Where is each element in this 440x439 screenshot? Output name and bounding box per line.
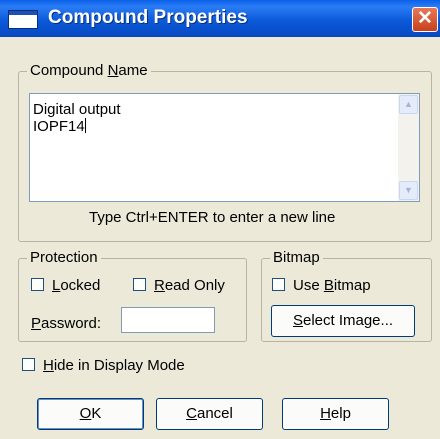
vertical-scrollbar[interactable]: ▲ ▼	[398, 94, 419, 201]
locked-checkbox[interactable]: Locked	[31, 277, 100, 295]
password-label: Password:	[31, 315, 102, 332]
close-button[interactable]: ✕	[412, 7, 438, 32]
use-bitmap-checkbox[interactable]: Use Bitmap	[272, 277, 371, 295]
checkbox-box[interactable]	[272, 278, 285, 291]
new-line-hint: Type Ctrl+ENTER to enter a new line	[89, 209, 336, 226]
chevron-up-icon: ▲	[404, 99, 413, 109]
chevron-down-icon: ▼	[404, 185, 413, 195]
scroll-up-button[interactable]: ▲	[399, 95, 418, 114]
checkbox-box[interactable]	[22, 358, 35, 371]
hide-in-display-mode-checkbox[interactable]: Hide in Display Mode	[22, 357, 185, 375]
close-icon: ✕	[417, 8, 433, 29]
help-button[interactable]: Help	[282, 398, 389, 430]
text-line: IOPF14	[33, 118, 85, 135]
checkbox-box[interactable]	[31, 278, 44, 291]
read-only-checkbox[interactable]: Read Only	[133, 277, 225, 295]
ok-button[interactable]: OK	[37, 398, 144, 430]
bitmap-legend: Bitmap	[270, 249, 323, 267]
password-input[interactable]	[121, 307, 215, 333]
text-line: Digital output	[33, 101, 121, 118]
compound-name-legend: Compound Name	[27, 62, 151, 80]
window-icon	[8, 10, 38, 29]
scroll-down-button[interactable]: ▼	[399, 181, 418, 200]
protection-legend: Protection	[27, 249, 101, 267]
compound-name-textarea[interactable]: Digital output IOPF14 ▲ ▼	[29, 93, 420, 202]
window-title: Compound Properties	[48, 7, 248, 28]
text-caret	[84, 118, 86, 133]
checkbox-box[interactable]	[133, 278, 146, 291]
select-image-button[interactable]: Select Image...	[271, 305, 415, 337]
title-bar[interactable]: Compound Properties ✕	[0, 0, 440, 37]
cancel-button[interactable]: Cancel	[156, 398, 263, 430]
